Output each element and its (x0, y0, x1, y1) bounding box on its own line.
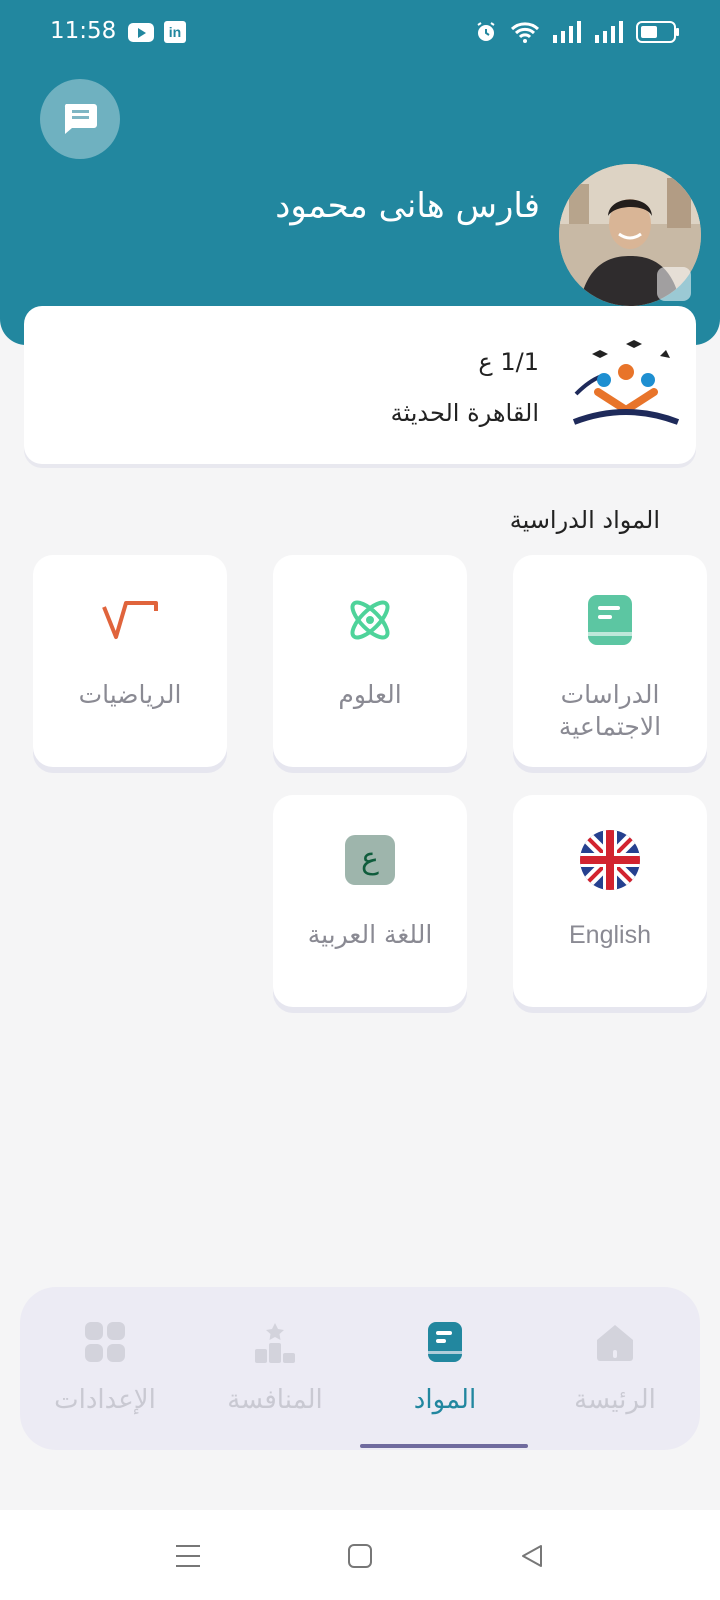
system-navigation-bar (0, 1510, 720, 1600)
subject-label: اللغة العربية (307, 920, 433, 949)
bottom-navigation: الرئيسة المواد المنافسة الإعدادات (20, 1287, 700, 1450)
nav-item-home[interactable]: الرئيسة (530, 1287, 700, 1450)
active-tab-indicator (360, 1444, 528, 1448)
nav-label: الرئيسة (574, 1385, 656, 1415)
arabic-letter-glyph: ع (345, 835, 395, 885)
school-name: القاهرة الحديثة (390, 399, 539, 427)
nav-label: المواد (413, 1385, 477, 1415)
book-icon (422, 1319, 468, 1365)
nav-label: الإعدادات (54, 1385, 156, 1415)
nav-item-settings[interactable]: الإعدادات (20, 1287, 190, 1450)
linkedin-icon: in (164, 21, 186, 43)
chat-icon (64, 104, 97, 134)
user-name: فارس هانى محمود (275, 186, 540, 226)
youtube-icon (128, 23, 154, 42)
subject-label: الدراسات الاجتماعية (558, 680, 662, 741)
home-square-icon[interactable] (340, 1536, 380, 1576)
subject-card-math[interactable]: الرياضيات (33, 555, 227, 767)
alarm-icon (477, 22, 495, 41)
subjects-title: المواد الدراسية (509, 506, 660, 534)
uk-flag-icon (577, 827, 643, 893)
signal-icon (553, 21, 581, 43)
nav-label: المنافسة (227, 1385, 323, 1415)
home-icon (592, 1319, 638, 1365)
grid-icon (82, 1319, 128, 1365)
status-time: 11:58 (50, 18, 117, 44)
subject-card-science[interactable]: العلوم (273, 555, 467, 767)
nav-item-competition[interactable]: المنافسة (190, 1287, 360, 1450)
wifi-icon (510, 22, 540, 43)
subject-label: English (569, 921, 651, 949)
back-icon[interactable] (512, 1536, 552, 1576)
atom-icon (337, 587, 403, 653)
menu-icon[interactable] (168, 1536, 208, 1576)
subject-card-english[interactable]: English (513, 795, 707, 1007)
arabic-letter-icon: ع (337, 827, 403, 893)
chat-button[interactable] (40, 79, 120, 159)
camera-badge-icon[interactable] (657, 267, 691, 301)
battery-icon (636, 21, 679, 43)
subject-card-social-studies[interactable]: الدراسات الاجتماعية (513, 555, 707, 767)
class-label: 1/1 ع (478, 348, 539, 376)
signal-icon-2 (595, 21, 623, 43)
school-logo-icon (572, 340, 680, 425)
subject-label: الرياضيات (78, 680, 182, 709)
subject-label: العلوم (338, 680, 402, 709)
nav-item-subjects[interactable]: المواد (360, 1287, 530, 1450)
subject-card-arabic[interactable]: ع اللغة العربية (273, 795, 467, 1007)
podium-icon (252, 1319, 298, 1365)
school-card: 1/1 ع القاهرة الحديثة (24, 306, 696, 464)
square-root-icon (97, 587, 163, 653)
status-bar: 11:58 in (0, 0, 720, 64)
book-icon (577, 587, 643, 653)
